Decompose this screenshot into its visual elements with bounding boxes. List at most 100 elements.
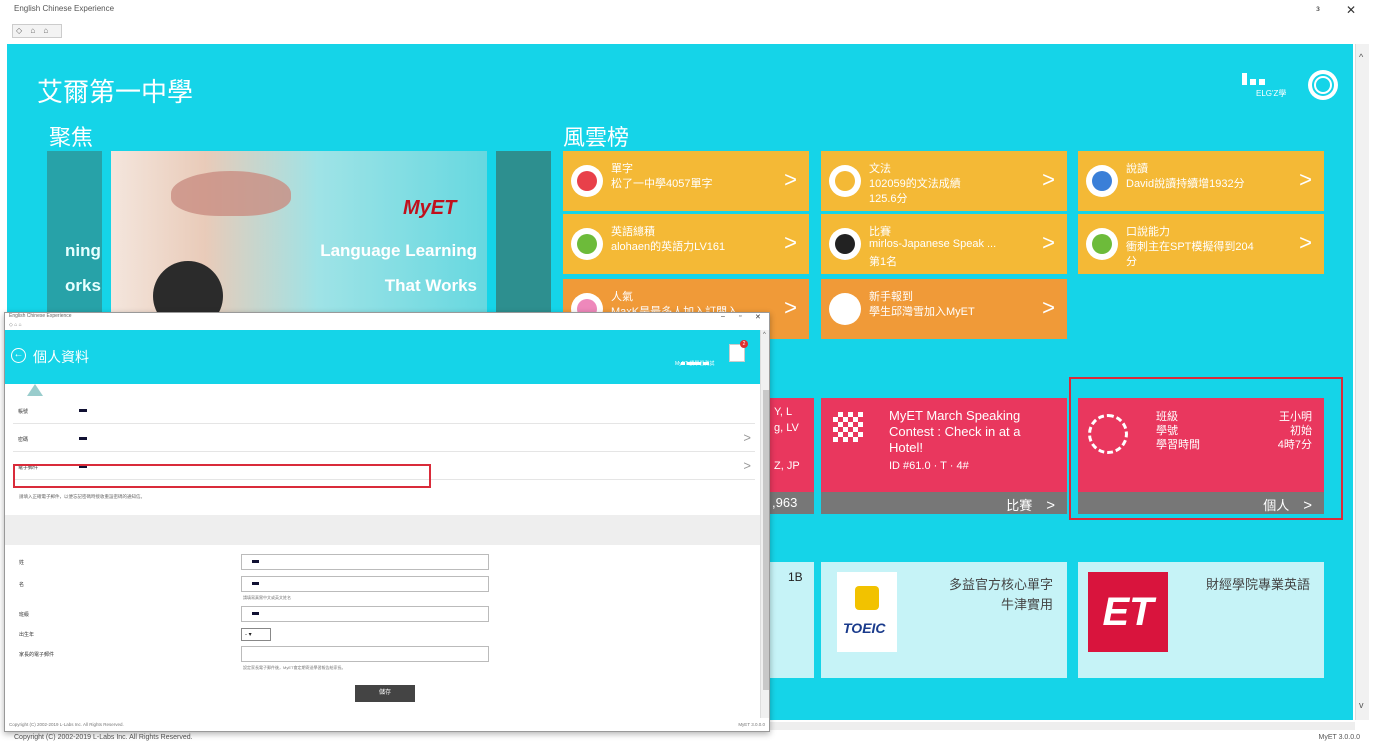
hero-line-2: That Works bbox=[384, 276, 477, 295]
partial-tile[interactable]: Y, L g, LV Z, JP ,963 bbox=[764, 398, 814, 514]
tile-line: alohaen的英語力LV161 bbox=[611, 241, 726, 253]
copyright: Copyright (C) 2002-2019 L-Labs Inc. All … bbox=[14, 734, 193, 741]
copyright: Copyright (C) 2002-2019 L-Labs Inc. All … bbox=[9, 722, 124, 727]
highlight-box bbox=[13, 464, 431, 488]
school-name: 艾爾第一中學 bbox=[37, 77, 194, 107]
chevron-right-icon: > bbox=[1042, 167, 1055, 192]
row-label: 密碼 bbox=[18, 437, 29, 443]
user-menu[interactable]: ELG'Z學 bbox=[1242, 68, 1342, 112]
course-title: 多益官方核心單字 bbox=[948, 577, 1053, 592]
title-bar: English Chinese Experience ᵌ ✕ bbox=[0, 0, 1374, 22]
back-arrow-icon[interactable]: ← bbox=[11, 348, 26, 363]
tile-icon bbox=[829, 228, 861, 260]
leaderboard-tile[interactable]: 英語總積 alohaen的英語力LV161 > bbox=[563, 214, 809, 274]
tile-line: 衝刺主在SPT模擬得到204 bbox=[1126, 241, 1254, 253]
birth-year-select[interactable]: - ▾ bbox=[241, 628, 271, 641]
course-title: 財經學院專業英語 bbox=[1205, 577, 1310, 592]
text-input[interactable] bbox=[241, 606, 489, 622]
profile-row[interactable]: 密碼 > bbox=[13, 424, 755, 452]
leaderboard-tile[interactable]: 單字 松了一中學4057單字 > bbox=[563, 151, 809, 211]
course-toeic[interactable]: TOEIC 多益官方核心單字 牛津實用 bbox=[821, 562, 1067, 678]
text-input[interactable] bbox=[241, 576, 489, 592]
profile-scrollbar[interactable]: ^ bbox=[760, 330, 769, 718]
chevron-right-icon: > bbox=[1299, 167, 1312, 192]
tile-title: 英語總積 bbox=[611, 226, 655, 238]
leaderboard-tile[interactable]: 口說能力 衝刺主在SPT模擬得到204 分 > bbox=[1078, 214, 1324, 274]
main-scrollbar[interactable]: ^ v bbox=[1355, 44, 1369, 720]
partial-course[interactable]: 1B bbox=[764, 562, 814, 678]
lips-image bbox=[171, 171, 291, 216]
minimize-button[interactable]: – bbox=[721, 313, 725, 320]
tile-line: 學生邱灣雪加入MyET bbox=[869, 306, 975, 318]
leaderboard-tile[interactable]: 新手報到 學生邱灣雪加入MyET > bbox=[821, 279, 1067, 339]
app-window: English Chinese Experience ᵌ ✕ ◇ ⌂ ⌂ 艾爾第… bbox=[0, 0, 1374, 744]
book-icon bbox=[855, 586, 879, 610]
tile-line: 102059的文法成績 bbox=[869, 178, 961, 190]
leaderboard-tile[interactable]: 比賽 mirlos-Japanese Speak ... 第1名 > bbox=[821, 214, 1067, 274]
leaderboard-tile[interactable]: 說讀 David說讀持續增1932分 > bbox=[1078, 151, 1324, 211]
save-button[interactable]: 儲存 bbox=[355, 685, 415, 702]
profile-title-bar: English Chinese Experience – ▫ ✕ bbox=[5, 313, 769, 322]
profile-row: 帳號 bbox=[13, 396, 755, 424]
profile-window-title: English Chinese Experience bbox=[9, 313, 72, 319]
row-value bbox=[73, 408, 87, 414]
contest-footer[interactable]: 比賽 > bbox=[821, 492, 1067, 514]
scroll-up-icon[interactable]: ^ bbox=[1359, 52, 1363, 62]
scroll-up-icon[interactable]: ^ bbox=[763, 332, 766, 338]
profile-window: English Chinese Experience – ▫ ✕ ◇ ⌂ ⌂ ←… bbox=[4, 312, 770, 732]
maximize-button[interactable]: ▫ bbox=[739, 313, 741, 320]
myet-logo: MyET bbox=[403, 197, 457, 219]
profile-nav[interactable]: ◇ ⌂ ⌂ bbox=[5, 322, 769, 330]
tile-icon bbox=[829, 165, 861, 197]
username: MyET 讀學習測試 bbox=[675, 361, 715, 367]
text-input[interactable] bbox=[241, 646, 489, 662]
row-value bbox=[73, 436, 87, 442]
user-info-bars bbox=[1242, 72, 1282, 85]
profile-content: 帳號 密碼 > 電子郵件 > 請填入正確電子郵件，以便忘記密碼時接收重設密碼的通知信。 … bbox=[5, 384, 760, 718]
chevron-right-icon: > bbox=[784, 167, 797, 192]
contest-title: MyET March Speaking Contest : Check in a… bbox=[889, 408, 1021, 455]
highlight-box bbox=[1069, 377, 1343, 520]
field-label: 班級 bbox=[19, 612, 30, 618]
scroll-thumb[interactable] bbox=[763, 390, 769, 690]
slide-text-1: ning bbox=[65, 241, 101, 260]
leaderboard-tile[interactable]: 文法 102059的文法成績 125.6分 > bbox=[821, 151, 1067, 211]
tile-title: 文法 bbox=[869, 163, 891, 175]
notification-badge: 2 bbox=[740, 340, 748, 348]
section-focus: 聚焦 bbox=[49, 125, 94, 150]
close-button[interactable]: ✕ bbox=[755, 313, 761, 321]
tile-icon bbox=[1086, 165, 1118, 197]
window-title: English Chinese Experience bbox=[14, 4, 115, 13]
avatar[interactable] bbox=[1308, 70, 1338, 100]
minimize-button[interactable]: ᵌ bbox=[1316, 3, 1320, 17]
user-icon bbox=[27, 384, 43, 396]
tile-line-3: 分 bbox=[1126, 256, 1137, 268]
close-button[interactable]: ✕ bbox=[1346, 3, 1356, 17]
chevron-right-icon: > bbox=[784, 230, 797, 255]
contest-tile[interactable]: MyET March Speaking Contest : Check in a… bbox=[821, 398, 1067, 514]
smiley-icon bbox=[1314, 76, 1332, 94]
section-leaderboard: 風雲榜 bbox=[563, 125, 630, 150]
tile-line-3: 125.6分 bbox=[869, 193, 908, 205]
field-label: 出生年 bbox=[19, 632, 35, 638]
tile-title: 口說能力 bbox=[1126, 226, 1170, 238]
profile-footer: Copyright (C) 2002-2019 L-Labs Inc. All … bbox=[5, 718, 769, 731]
tile-title: 說讀 bbox=[1126, 163, 1148, 175]
contest-sub: ID #61.0 · T · 4# bbox=[889, 460, 969, 472]
divider-band bbox=[5, 515, 760, 545]
scroll-down-icon[interactable]: v bbox=[1359, 700, 1364, 710]
field-label: 姓 bbox=[19, 560, 25, 566]
text-input[interactable] bbox=[241, 554, 489, 570]
slide-text-2: orks bbox=[65, 276, 101, 295]
version: MyET 3.0.0.0 bbox=[1318, 734, 1360, 741]
tile-line: 松了一中學4057單字 bbox=[611, 178, 713, 190]
profile-header: ← 個人資料 MyET 讀學習測試 2 bbox=[5, 330, 760, 384]
email-note: 請填入正確電子郵件，以便忘記密碼時接收重設密碼的通知信。 bbox=[19, 494, 145, 499]
nav-buttons[interactable]: ◇ ⌂ ⌂ bbox=[12, 24, 62, 38]
field-hint: 設定家長電子郵件後，MyET會定期寄送學習報告給家長。 bbox=[243, 665, 346, 670]
tile-line: David說讀持續增1932分 bbox=[1126, 178, 1245, 190]
tile-icon bbox=[1086, 228, 1118, 260]
course-finance[interactable]: ET 財經學院專業英語 bbox=[1078, 562, 1324, 678]
tile-icon bbox=[571, 228, 603, 260]
status-bar: Copyright (C) 2002-2019 L-Labs Inc. All … bbox=[0, 732, 1374, 744]
